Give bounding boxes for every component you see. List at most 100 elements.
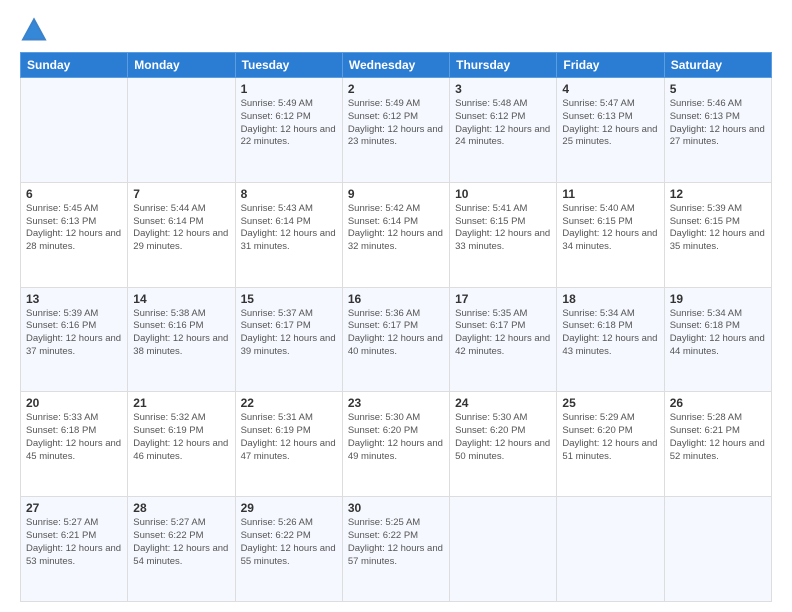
- day-info: Sunrise: 5:34 AM Sunset: 6:18 PM Dayligh…: [670, 308, 766, 359]
- day-number: 7: [133, 187, 229, 201]
- day-number: 11: [562, 187, 658, 201]
- calendar-cell: 1 Sunrise: 5:49 AM Sunset: 6:12 PM Daylig…: [235, 78, 342, 183]
- day-info: Sunrise: 5:34 AM Sunset: 6:18 PM Dayligh…: [562, 308, 658, 359]
- calendar-cell: 17 Sunrise: 5:35 AM Sunset: 6:17 PM Dayli…: [450, 287, 557, 392]
- calendar-cell: 24 Sunrise: 5:30 AM Sunset: 6:20 PM Dayli…: [450, 392, 557, 497]
- calendar-cell: 10 Sunrise: 5:41 AM Sunset: 6:15 PM Dayli…: [450, 182, 557, 287]
- day-number: 13: [26, 292, 122, 306]
- calendar-cell: 9 Sunrise: 5:42 AM Sunset: 6:14 PM Daylig…: [342, 182, 449, 287]
- day-number: 12: [670, 187, 766, 201]
- day-info: Sunrise: 5:28 AM Sunset: 6:21 PM Dayligh…: [670, 412, 766, 463]
- calendar-cell: [21, 78, 128, 183]
- day-info: Sunrise: 5:40 AM Sunset: 6:15 PM Dayligh…: [562, 203, 658, 254]
- day-of-week-header: Tuesday: [235, 53, 342, 78]
- day-info: Sunrise: 5:45 AM Sunset: 6:13 PM Dayligh…: [26, 203, 122, 254]
- day-info: Sunrise: 5:41 AM Sunset: 6:15 PM Dayligh…: [455, 203, 551, 254]
- day-info: Sunrise: 5:30 AM Sunset: 6:20 PM Dayligh…: [455, 412, 551, 463]
- day-info: Sunrise: 5:27 AM Sunset: 6:21 PM Dayligh…: [26, 517, 122, 568]
- day-number: 21: [133, 396, 229, 410]
- day-info: Sunrise: 5:49 AM Sunset: 6:12 PM Dayligh…: [241, 98, 337, 149]
- calendar-cell: 26 Sunrise: 5:28 AM Sunset: 6:21 PM Dayli…: [664, 392, 771, 497]
- calendar-cell: 6 Sunrise: 5:45 AM Sunset: 6:13 PM Daylig…: [21, 182, 128, 287]
- day-number: 26: [670, 396, 766, 410]
- day-of-week-header: Monday: [128, 53, 235, 78]
- day-of-week-header: Thursday: [450, 53, 557, 78]
- day-number: 8: [241, 187, 337, 201]
- calendar-cell: [128, 78, 235, 183]
- day-number: 18: [562, 292, 658, 306]
- day-number: 28: [133, 501, 229, 515]
- calendar-cell: [450, 497, 557, 602]
- day-info: Sunrise: 5:47 AM Sunset: 6:13 PM Dayligh…: [562, 98, 658, 149]
- day-info: Sunrise: 5:48 AM Sunset: 6:12 PM Dayligh…: [455, 98, 551, 149]
- calendar-cell: 22 Sunrise: 5:31 AM Sunset: 6:19 PM Dayli…: [235, 392, 342, 497]
- day-of-week-header: Saturday: [664, 53, 771, 78]
- calendar-cell: 18 Sunrise: 5:34 AM Sunset: 6:18 PM Dayli…: [557, 287, 664, 392]
- day-info: Sunrise: 5:30 AM Sunset: 6:20 PM Dayligh…: [348, 412, 444, 463]
- day-number: 29: [241, 501, 337, 515]
- calendar-cell: 23 Sunrise: 5:30 AM Sunset: 6:20 PM Dayli…: [342, 392, 449, 497]
- day-info: Sunrise: 5:26 AM Sunset: 6:22 PM Dayligh…: [241, 517, 337, 568]
- day-info: Sunrise: 5:49 AM Sunset: 6:12 PM Dayligh…: [348, 98, 444, 149]
- day-number: 10: [455, 187, 551, 201]
- calendar-cell: 30 Sunrise: 5:25 AM Sunset: 6:22 PM Dayli…: [342, 497, 449, 602]
- day-number: 30: [348, 501, 444, 515]
- calendar-cell: 13 Sunrise: 5:39 AM Sunset: 6:16 PM Dayli…: [21, 287, 128, 392]
- day-number: 2: [348, 82, 444, 96]
- day-info: Sunrise: 5:35 AM Sunset: 6:17 PM Dayligh…: [455, 308, 551, 359]
- day-number: 17: [455, 292, 551, 306]
- calendar-cell: 15 Sunrise: 5:37 AM Sunset: 6:17 PM Dayli…: [235, 287, 342, 392]
- calendar-cell: 20 Sunrise: 5:33 AM Sunset: 6:18 PM Dayli…: [21, 392, 128, 497]
- day-info: Sunrise: 5:36 AM Sunset: 6:17 PM Dayligh…: [348, 308, 444, 359]
- calendar-cell: 7Sunrise: 5:44 AM Sunset: 6:14 PM Daylig…: [128, 182, 235, 287]
- day-number: 15: [241, 292, 337, 306]
- calendar-cell: 19 Sunrise: 5:34 AM Sunset: 6:18 PM Dayli…: [664, 287, 771, 392]
- day-info: Sunrise: 5:37 AM Sunset: 6:17 PM Dayligh…: [241, 308, 337, 359]
- calendar-cell: 11 Sunrise: 5:40 AM Sunset: 6:15 PM Dayli…: [557, 182, 664, 287]
- calendar-cell: 25 Sunrise: 5:29 AM Sunset: 6:20 PM Dayli…: [557, 392, 664, 497]
- day-number: 27: [26, 501, 122, 515]
- day-number: 3: [455, 82, 551, 96]
- calendar-cell: 8 Sunrise: 5:43 AM Sunset: 6:14 PM Daylig…: [235, 182, 342, 287]
- calendar-cell: 28 Sunrise: 5:27 AM Sunset: 6:22 PM Dayli…: [128, 497, 235, 602]
- day-number: 6: [26, 187, 122, 201]
- calendar-table: SundayMondayTuesdayWednesdayThursdayFrid…: [20, 52, 772, 602]
- day-info: Sunrise: 5:46 AM Sunset: 6:13 PM Dayligh…: [670, 98, 766, 149]
- calendar-cell: 27 Sunrise: 5:27 AM Sunset: 6:21 PM Dayli…: [21, 497, 128, 602]
- page-header: [20, 16, 772, 44]
- day-info: Sunrise: 5:39 AM Sunset: 6:15 PM Dayligh…: [670, 203, 766, 254]
- day-of-week-header: Sunday: [21, 53, 128, 78]
- day-number: 25: [562, 396, 658, 410]
- day-info: Sunrise: 5:43 AM Sunset: 6:14 PM Dayligh…: [241, 203, 337, 254]
- day-number: 24: [455, 396, 551, 410]
- day-number: 22: [241, 396, 337, 410]
- day-info: Sunrise: 5:33 AM Sunset: 6:18 PM Dayligh…: [26, 412, 122, 463]
- day-number: 19: [670, 292, 766, 306]
- day-info: Sunrise: 5:42 AM Sunset: 6:14 PM Dayligh…: [348, 203, 444, 254]
- day-number: 4: [562, 82, 658, 96]
- day-info: Sunrise: 5:27 AM Sunset: 6:22 PM Dayligh…: [133, 517, 229, 568]
- calendar-cell: 21 Sunrise: 5:32 AM Sunset: 6:19 PM Dayli…: [128, 392, 235, 497]
- day-number: 1: [241, 82, 337, 96]
- day-info: Sunrise: 5:29 AM Sunset: 6:20 PM Dayligh…: [562, 412, 658, 463]
- day-info: Sunrise: 5:39 AM Sunset: 6:16 PM Dayligh…: [26, 308, 122, 359]
- calendar-cell: 2 Sunrise: 5:49 AM Sunset: 6:12 PM Daylig…: [342, 78, 449, 183]
- day-info: Sunrise: 5:32 AM Sunset: 6:19 PM Dayligh…: [133, 412, 229, 463]
- calendar-cell: 3 Sunrise: 5:48 AM Sunset: 6:12 PM Daylig…: [450, 78, 557, 183]
- calendar-cell: 4 Sunrise: 5:47 AM Sunset: 6:13 PM Daylig…: [557, 78, 664, 183]
- calendar-cell: [557, 497, 664, 602]
- day-number: 5: [670, 82, 766, 96]
- calendar-cell: 12 Sunrise: 5:39 AM Sunset: 6:15 PM Dayli…: [664, 182, 771, 287]
- calendar-cell: 14 Sunrise: 5:38 AM Sunset: 6:16 PM Dayli…: [128, 287, 235, 392]
- calendar-cell: 16 Sunrise: 5:36 AM Sunset: 6:17 PM Dayli…: [342, 287, 449, 392]
- day-info: Sunrise: 5:25 AM Sunset: 6:22 PM Dayligh…: [348, 517, 444, 568]
- day-number: 14: [133, 292, 229, 306]
- day-info: Sunrise: 5:31 AM Sunset: 6:19 PM Dayligh…: [241, 412, 337, 463]
- day-number: 20: [26, 396, 122, 410]
- day-number: 23: [348, 396, 444, 410]
- day-of-week-header: Wednesday: [342, 53, 449, 78]
- day-number: 9: [348, 187, 444, 201]
- logo: [20, 16, 50, 44]
- day-info: Sunrise: 5:38 AM Sunset: 6:16 PM Dayligh…: [133, 308, 229, 359]
- day-number: 16: [348, 292, 444, 306]
